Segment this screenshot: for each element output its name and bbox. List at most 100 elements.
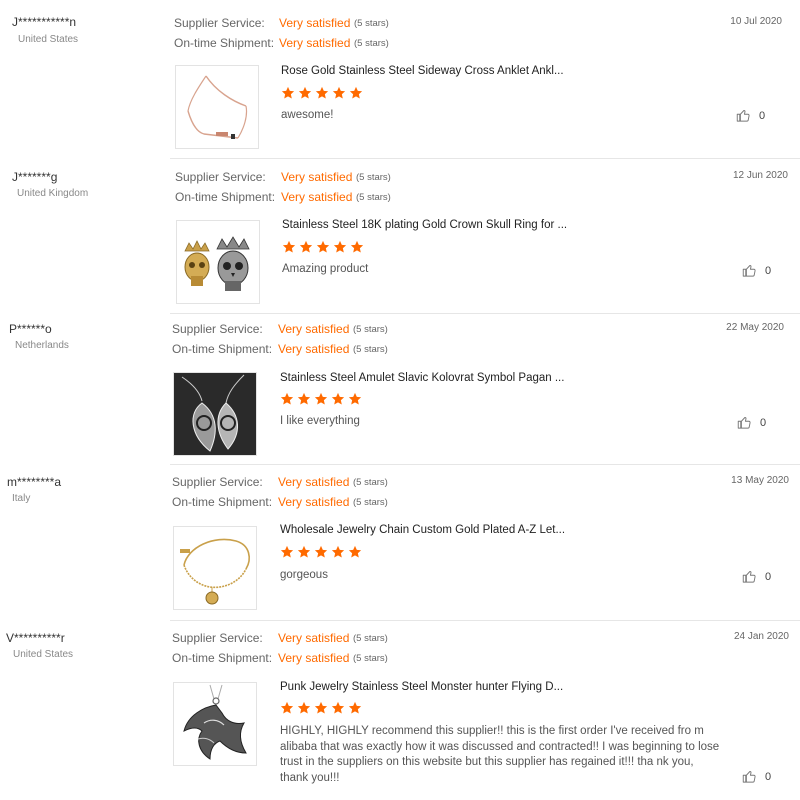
product-title-link[interactable]: Stainless Steel Amulet Slavic Kolovrat S… [280,372,564,384]
ontime-shipment-stars: (5 stars) [353,344,388,355]
product-thumbnail[interactable] [173,526,257,610]
rose-gold-anklet-image [176,66,258,148]
star-icon [316,240,330,253]
review-comment: HIGHLY, HIGHLY recommend this supplier!!… [280,725,720,784]
review-comment: gorgeous [280,569,328,581]
product-thumbnail[interactable] [173,372,257,456]
product-title-link[interactable]: Punk Jewelry Stainless Steel Monster hun… [280,681,563,693]
like-button[interactable]: 0 [737,415,766,430]
supplier-service-stars: (5 stars) [353,477,388,488]
thumbs-up-icon [737,417,751,429]
star-icon [298,86,312,99]
supplier-service-label: Supplier Service: [175,170,266,184]
ontime-shipment-label: On-time Shipment: [175,190,276,204]
like-button[interactable]: 0 [742,263,771,278]
buyer-country: United States [13,649,74,660]
ontime-shipment-value: Very satisfied [278,495,350,509]
star-icon [348,545,362,558]
star-icon [297,392,311,405]
star-icon [350,240,364,253]
review-comment: Amazing product [282,263,369,275]
rating-stars [280,545,362,559]
review-divider [170,620,800,621]
buyer-country: United Kingdom [17,188,89,199]
rating-stars [280,701,362,715]
ontime-shipment-value: Very satisfied [281,190,353,204]
supplier-service-label: Supplier Service: [172,475,263,489]
supplier-service-value: Very satisfied [281,170,353,184]
rating-stars [282,240,364,254]
supplier-service-stars: (5 stars) [353,324,388,335]
review-date: 24 Jan 2020 [733,631,789,642]
like-button[interactable]: 0 [742,569,771,584]
buyer-name: V**********r [6,631,65,645]
product-thumbnail[interactable] [176,220,260,304]
review-date: 13 May 2020 [731,475,789,486]
buyer-name: J***********n [12,15,77,29]
review-divider [170,158,800,159]
ontime-shipment-stars: (5 stars) [356,192,391,203]
star-icon [348,392,362,405]
star-icon [281,86,295,99]
star-icon [331,392,345,405]
supplier-service-stars: (5 stars) [354,18,389,29]
buyer-country: Italy [12,493,31,504]
star-icon [333,240,347,253]
supplier-service-stars: (5 stars) [356,172,391,183]
buyer-name: J*******g [12,170,58,184]
ontime-shipment-value: Very satisfied [279,36,351,50]
supplier-service-label: Supplier Service: [174,16,265,30]
product-title-link[interactable]: Rose Gold Stainless Steel Sideway Cross … [281,65,564,77]
product-thumbnail[interactable] [175,65,259,149]
star-icon [332,86,346,99]
star-icon [314,545,328,558]
ontime-shipment-stars: (5 stars) [354,38,389,49]
like-count: 0 [759,109,766,122]
like-button[interactable]: 0 [736,108,765,123]
ontime-shipment-value: Very satisfied [278,342,350,356]
thumbs-up-icon [736,110,750,122]
review-date: 12 Jun 2020 [732,170,788,181]
ontime-shipment-label: On-time Shipment: [172,651,273,665]
star-icon [297,545,311,558]
kolovrat-amulet-image [174,373,256,455]
review-comment: I like everything [280,415,360,427]
supplier-service-stars: (5 stars) [353,633,388,644]
crown-skull-rings-image [177,221,259,303]
star-icon [314,392,328,405]
gold-letter-bracelet-image [174,527,256,609]
thumbs-up-icon [742,771,756,783]
dragon-pendant-image [174,683,256,765]
supplier-service-value: Very satisfied [279,16,351,30]
supplier-service-label: Supplier Service: [172,322,263,336]
ontime-shipment-label: On-time Shipment: [172,495,273,509]
star-icon [280,545,294,558]
star-icon [331,545,345,558]
star-icon [280,701,294,714]
star-icon [331,701,345,714]
star-icon [314,701,328,714]
like-button[interactable]: 0 [742,769,771,784]
review-date: 22 May 2020 [726,322,784,333]
star-icon [299,240,313,253]
rating-stars [280,392,362,406]
supplier-service-value: Very satisfied [278,475,350,489]
product-title-link[interactable]: Wholesale Jewelry Chain Custom Gold Plat… [280,524,565,536]
star-icon [280,392,294,405]
like-count: 0 [765,770,772,783]
star-icon [315,86,329,99]
buyer-name: P******o [9,322,52,336]
thumbs-up-icon [742,571,756,583]
star-icon [297,701,311,714]
like-count: 0 [760,416,767,429]
supplier-service-value: Very satisfied [278,631,350,645]
buyer-name: m********a [7,475,62,489]
buyer-country: Netherlands [15,340,69,351]
product-thumbnail[interactable] [173,682,257,766]
ontime-shipment-label: On-time Shipment: [172,342,273,356]
supplier-service-label: Supplier Service: [172,631,263,645]
product-title-link[interactable]: Stainless Steel 18K plating Gold Crown S… [282,219,567,231]
star-icon [282,240,296,253]
review-date: 10 Jul 2020 [730,16,782,27]
review-divider [170,313,800,314]
